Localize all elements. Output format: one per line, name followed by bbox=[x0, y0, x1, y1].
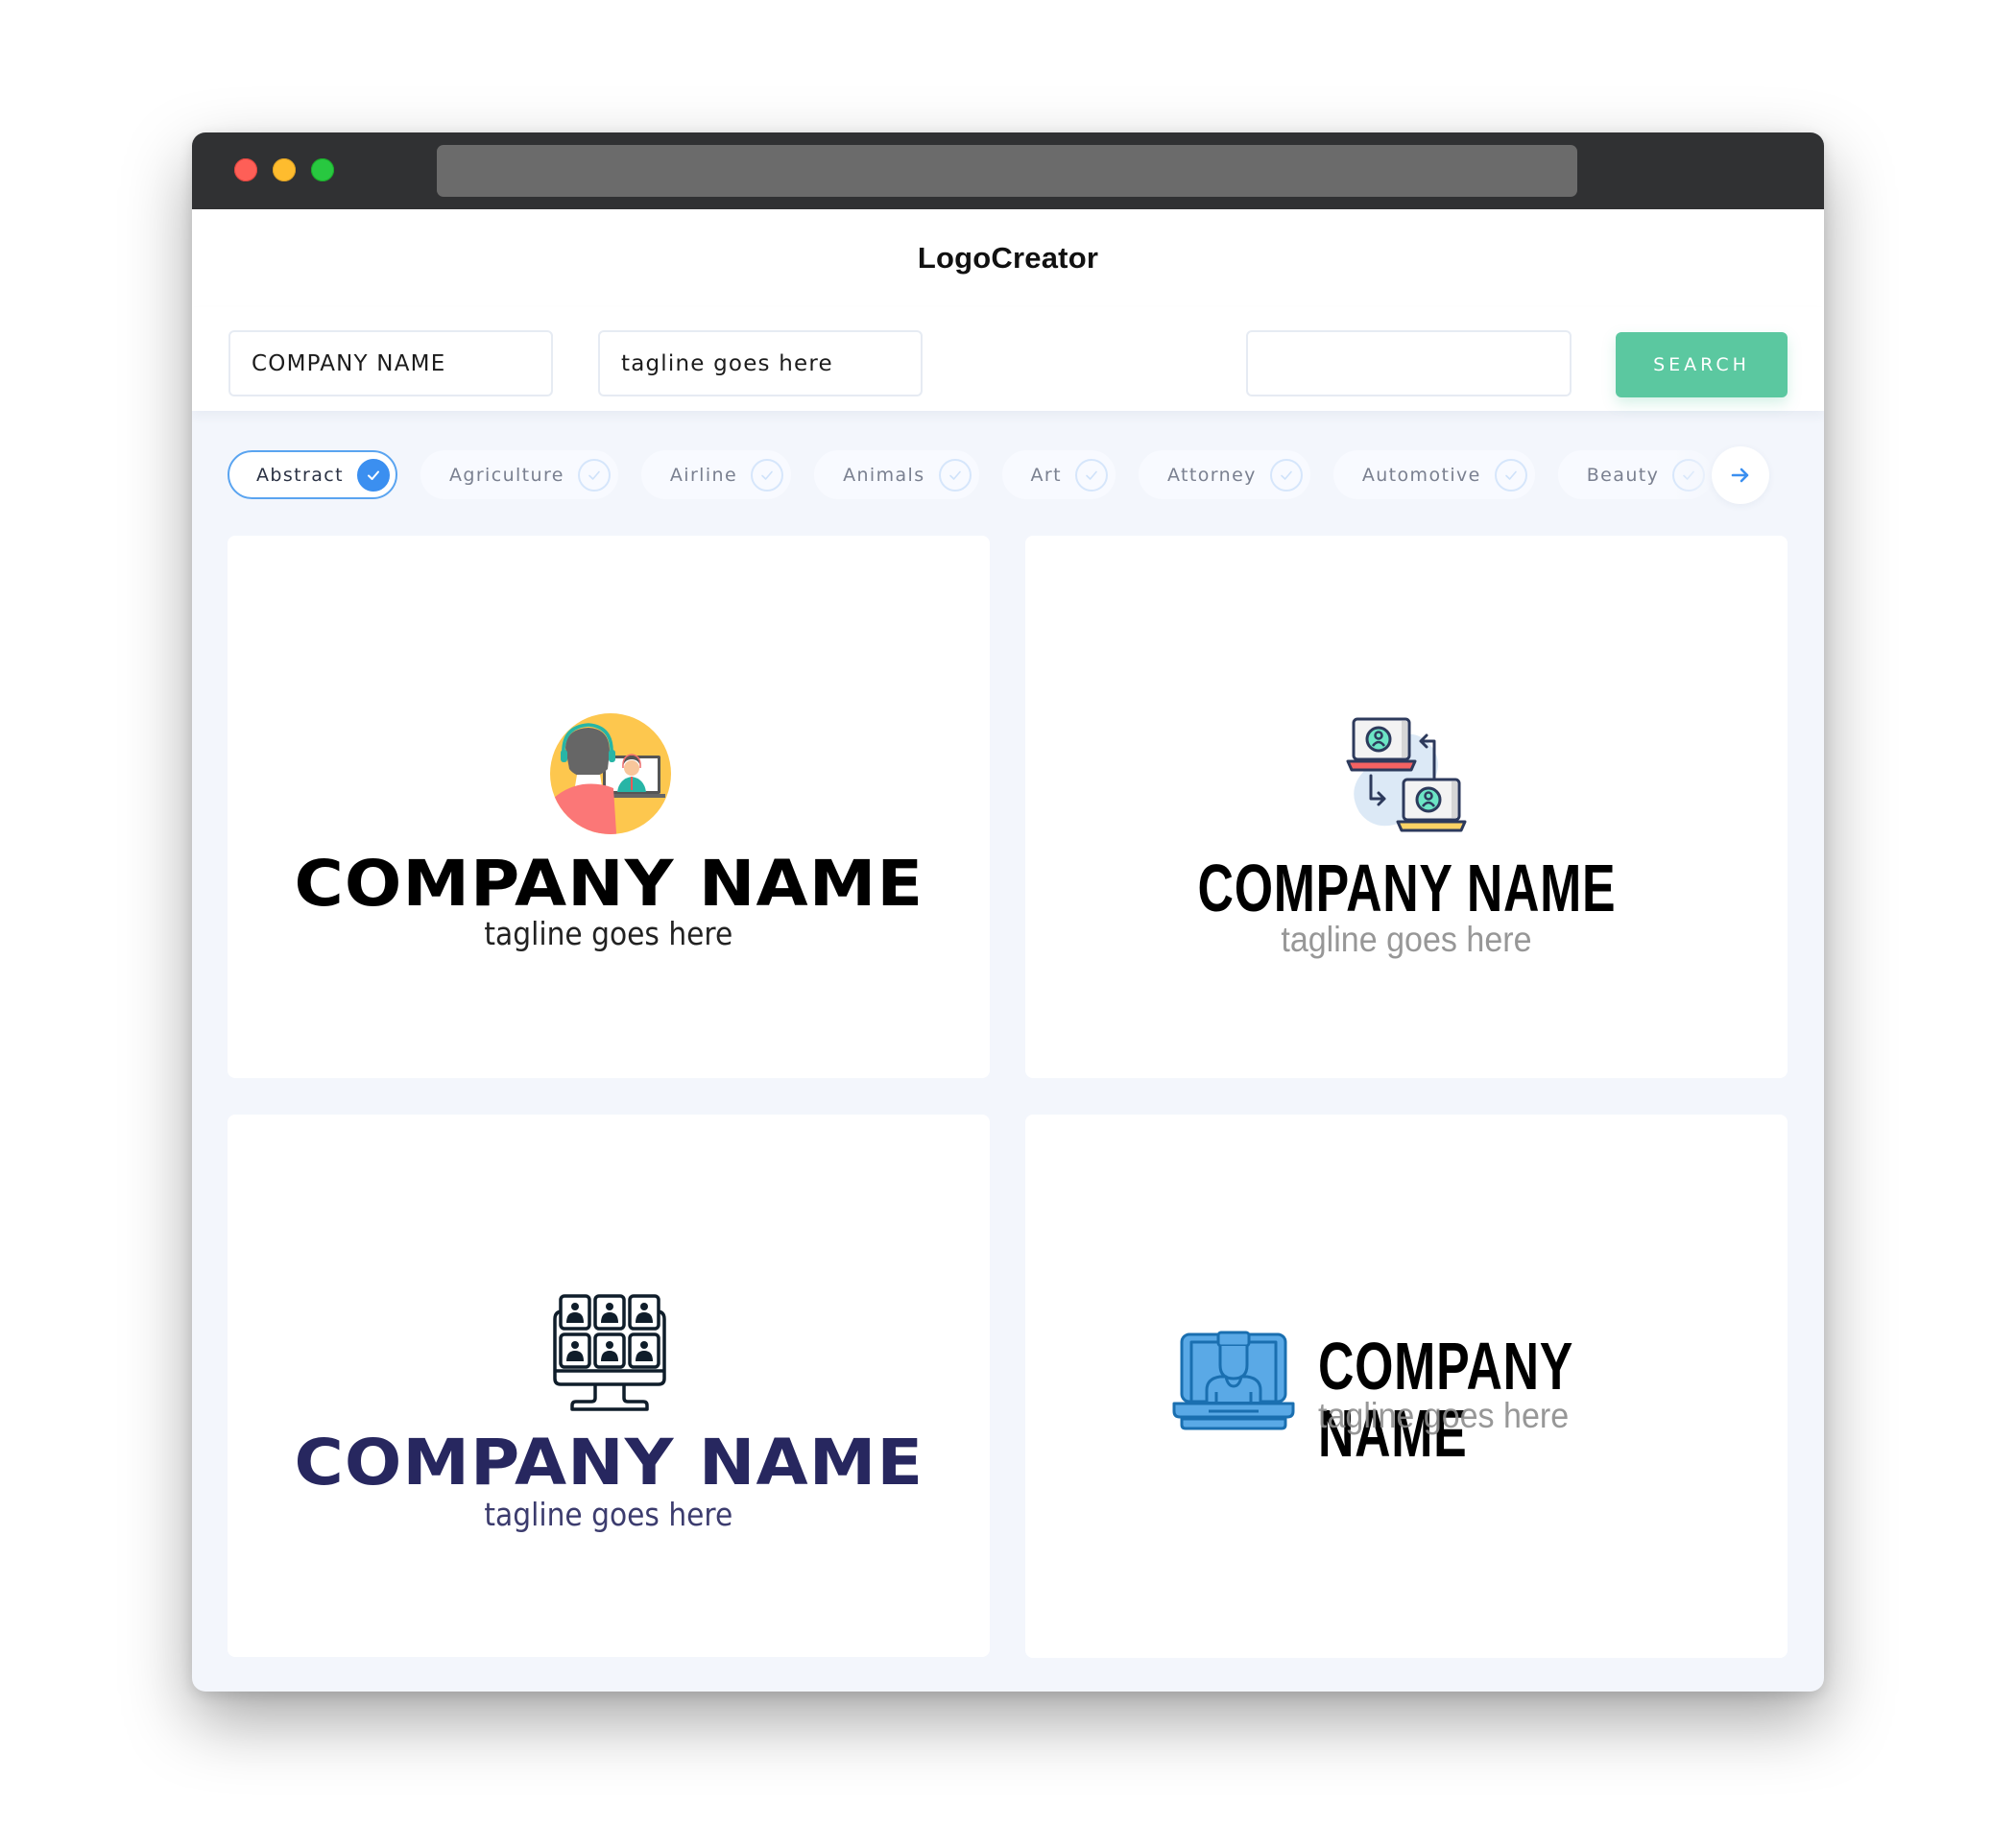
laptop-user-transfer-icon bbox=[1346, 717, 1467, 832]
category-chip-automotive[interactable]: Automotive bbox=[1332, 450, 1535, 499]
tagline-text: tagline goes here bbox=[484, 1496, 733, 1533]
chip-label: Animals bbox=[843, 464, 925, 486]
app-title: LogoCreator bbox=[917, 241, 1099, 275]
chip-label: Airline bbox=[669, 464, 738, 486]
monitor-video-conference-icon bbox=[553, 1294, 666, 1411]
category-chip-agriculture[interactable]: Agriculture bbox=[420, 450, 618, 499]
maximize-window-button[interactable] bbox=[311, 158, 334, 181]
category-chip-attorney[interactable]: Attorney bbox=[1138, 450, 1310, 499]
chip-label: Abstract bbox=[256, 464, 344, 486]
tagline-text: tagline goes here bbox=[1281, 920, 1532, 959]
laptop-person-icon bbox=[1172, 1331, 1295, 1430]
chip-label: Attorney bbox=[1166, 464, 1257, 486]
logo-card[interactable]: COMPANY NAME tagline goes here bbox=[228, 536, 990, 1078]
company-name-text: COMPANY NAME bbox=[294, 1426, 924, 1500]
chip-label: Beauty bbox=[1586, 464, 1660, 486]
video-call-support-icon bbox=[550, 713, 671, 834]
company-name-text: COMPANY NAME bbox=[294, 847, 924, 921]
check-icon bbox=[1074, 458, 1108, 492]
category-chip-airline[interactable]: Airline bbox=[640, 450, 792, 499]
category-chip-animals[interactable]: Animals bbox=[814, 450, 979, 499]
tagline-input[interactable] bbox=[598, 330, 923, 396]
check-icon bbox=[356, 458, 390, 492]
chip-label: Agriculture bbox=[448, 464, 564, 486]
logo-card[interactable]: COMPANY NAME tagline goes here bbox=[228, 1115, 990, 1657]
check-icon bbox=[1494, 458, 1527, 492]
tagline-text: tagline goes here bbox=[1318, 1396, 1570, 1435]
category-chip-abstract[interactable]: Abstract bbox=[228, 450, 397, 499]
check-icon bbox=[577, 458, 611, 492]
browser-window: LogoCreator SEARCH Abstract Agriculture … bbox=[192, 132, 1824, 1692]
logo-card[interactable]: COMPANY NAME tagline goes here bbox=[1025, 1115, 1788, 1658]
logo-card[interactable]: COMPANY NAME tagline goes here bbox=[1025, 536, 1788, 1078]
chip-label: Automotive bbox=[1361, 464, 1481, 486]
check-icon bbox=[938, 458, 972, 492]
chip-label: Art bbox=[1030, 464, 1062, 486]
search-button[interactable]: SEARCH bbox=[1616, 332, 1788, 397]
logo-form: SEARCH bbox=[192, 307, 1824, 411]
keyword-input[interactable] bbox=[1246, 330, 1572, 396]
tagline-text: tagline goes here bbox=[484, 915, 733, 952]
check-icon bbox=[1269, 458, 1303, 492]
close-window-button[interactable] bbox=[234, 158, 257, 181]
title-bar bbox=[192, 132, 1824, 209]
company-name-input[interactable] bbox=[228, 330, 553, 396]
company-name-text: COMPANY NAME bbox=[1197, 851, 1616, 925]
address-bar[interactable] bbox=[437, 145, 1577, 197]
category-chip-art[interactable]: Art bbox=[1001, 450, 1116, 499]
category-chips: Abstract Agriculture Airline Animals Art… bbox=[228, 450, 1764, 499]
next-categories-button[interactable] bbox=[1712, 446, 1769, 504]
check-icon bbox=[751, 458, 784, 492]
arrow-right-icon bbox=[1731, 468, 1749, 483]
app-header: LogoCreator bbox=[192, 209, 1824, 307]
minimize-window-button[interactable] bbox=[273, 158, 296, 181]
